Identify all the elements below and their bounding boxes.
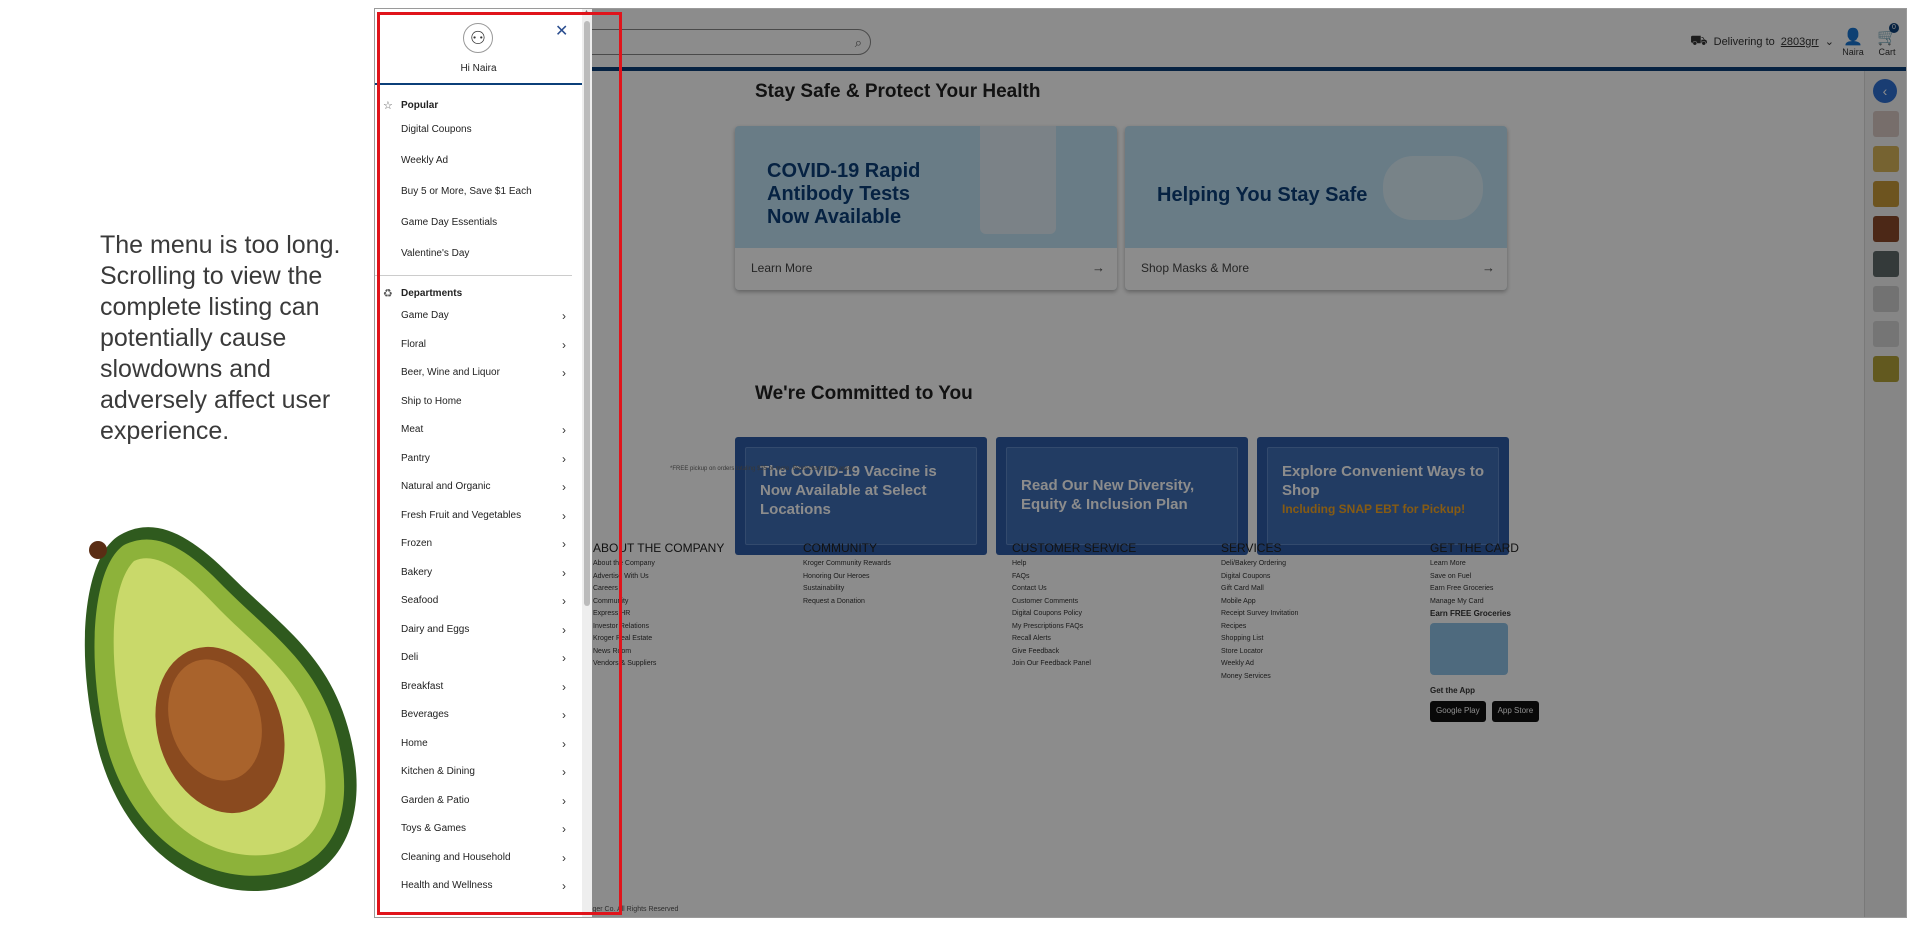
avocado-illustration	[84, 527, 357, 892]
highlight-box	[377, 12, 622, 915]
annotation-text: The menu is too long. Scrolling to view …	[100, 231, 341, 445]
presentation-slide: The menu is too long. Scrolling to view …	[0, 0, 1920, 934]
